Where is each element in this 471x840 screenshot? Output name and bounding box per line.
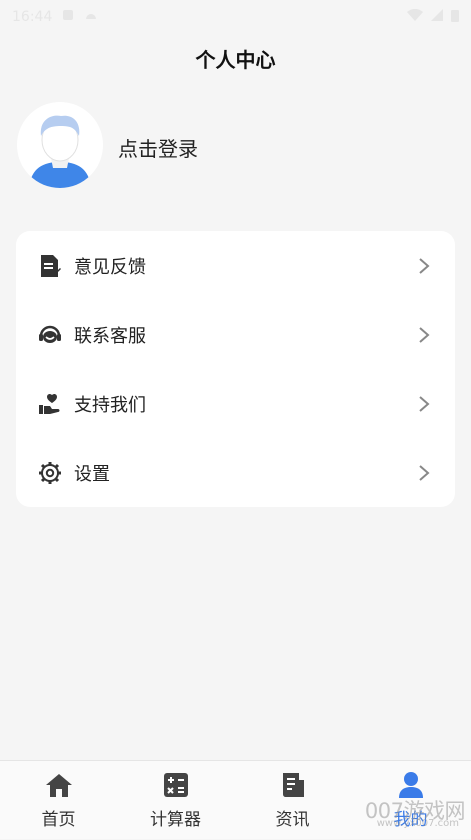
status-bar: 16:44 xyxy=(0,0,471,34)
tab-label-news: 资讯 xyxy=(275,810,310,830)
android-icon xyxy=(84,9,98,25)
menu-label-feedback: 意见反馈 xyxy=(74,256,146,278)
status-right xyxy=(407,8,459,26)
support-icon xyxy=(37,391,63,417)
gear-icon xyxy=(37,460,63,486)
chevron-right-icon xyxy=(417,256,431,276)
status-time: 16:44 xyxy=(12,9,53,25)
notification-icon xyxy=(62,9,74,25)
menu-label-support: 支持我们 xyxy=(74,394,146,416)
menu-label-customer-service: 联系客服 xyxy=(74,325,146,347)
chevron-right-icon xyxy=(417,463,431,483)
battery-icon xyxy=(451,9,459,26)
menu-item-support[interactable]: 支持我们 xyxy=(16,369,455,438)
chevron-right-icon xyxy=(417,394,431,414)
status-left: 16:44 xyxy=(12,9,98,25)
menu-item-customer-service[interactable]: 联系客服 xyxy=(16,300,455,369)
login-link[interactable]: 点击登录 xyxy=(118,133,198,162)
headset-icon xyxy=(37,322,63,348)
news-icon xyxy=(278,771,308,799)
calculator-icon xyxy=(161,771,191,799)
chevron-right-icon xyxy=(417,325,431,345)
wifi-icon xyxy=(407,8,423,25)
feedback-icon xyxy=(37,253,63,279)
signal-icon xyxy=(431,9,443,25)
tab-label-home: 首页 xyxy=(41,810,76,830)
menu-item-feedback[interactable]: 意见反馈 xyxy=(16,231,455,300)
avatar-icon xyxy=(17,102,103,188)
tab-news[interactable]: 资讯 xyxy=(234,761,351,840)
tab-label-calculator: 计算器 xyxy=(150,810,201,830)
menu-card: 意见反馈 联系客服 支持我们 设置 xyxy=(16,231,455,507)
tab-home[interactable]: 首页 xyxy=(0,761,117,840)
watermark-url: www.yx007.com xyxy=(376,818,459,829)
avatar[interactable] xyxy=(17,102,103,188)
page-title: 个人中心 xyxy=(195,48,276,72)
menu-label-settings: 设置 xyxy=(74,463,110,485)
home-icon xyxy=(44,771,74,799)
tab-calculator[interactable]: 计算器 xyxy=(117,761,234,840)
menu-item-settings[interactable]: 设置 xyxy=(16,438,455,507)
